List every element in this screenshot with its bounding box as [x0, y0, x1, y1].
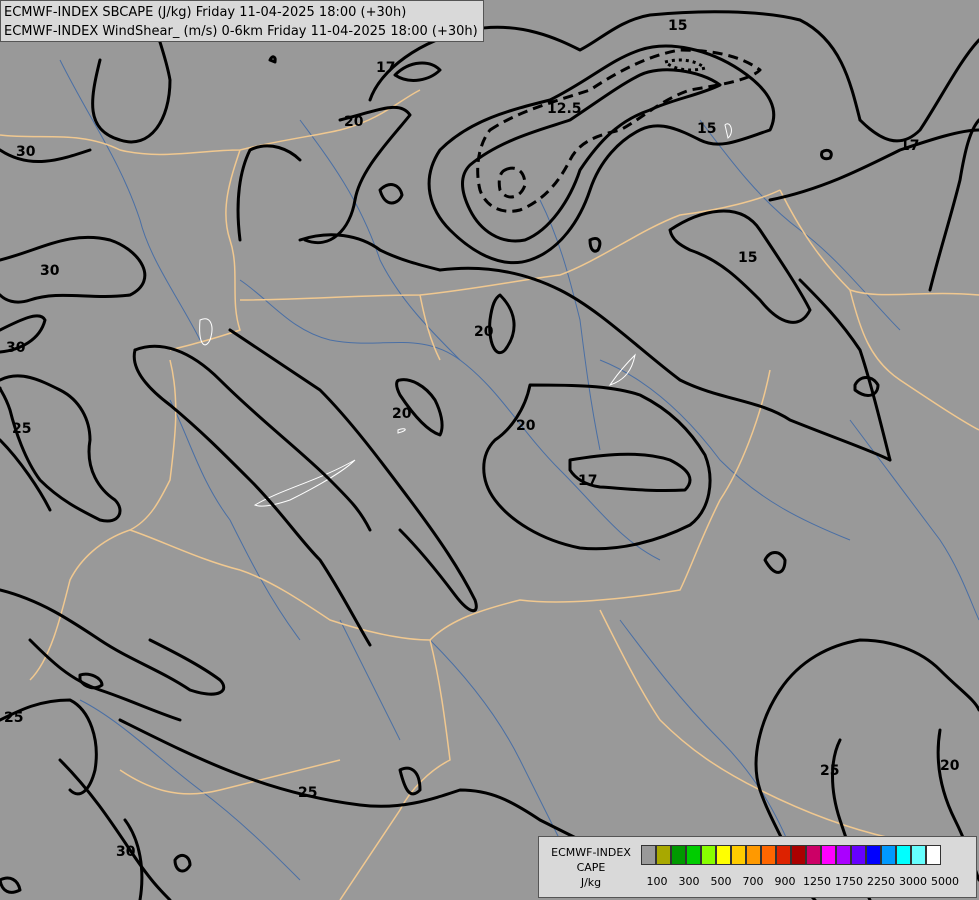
legend-swatch — [776, 845, 791, 865]
legend-tick-label: 300 — [678, 875, 700, 888]
legend-tick-label: 700 — [742, 875, 764, 888]
contour-label: 15 — [738, 250, 757, 266]
legend-swatch — [866, 845, 881, 865]
legend-tick-label: 3000 — [899, 875, 927, 888]
legend-tick-label: 900 — [774, 875, 796, 888]
legend-unit: J/kg — [580, 876, 602, 889]
legend-swatch — [656, 845, 671, 865]
legend-color-scale — [641, 845, 941, 865]
map-canvas: 15 17 20 30 12.5 15 17 30 30 25 20 15 20… — [0, 0, 979, 900]
legend-tick-labels: 100 300 500 700 900 1250 1750 2250 3000 5000 — [641, 875, 971, 889]
legend-swatch — [821, 845, 836, 865]
legend-swatch — [806, 845, 821, 865]
legend-tick-label: 500 — [710, 875, 732, 888]
legend-tick-label: 1750 — [835, 875, 863, 888]
legend-swatch — [896, 845, 911, 865]
legend-swatch — [836, 845, 851, 865]
legend-swatch — [851, 845, 866, 865]
legend-swatch — [761, 845, 776, 865]
legend-swatch — [716, 845, 731, 865]
legend-tick-label: 1250 — [803, 875, 831, 888]
legend-variable: CAPE — [576, 861, 606, 874]
legend-swatch — [686, 845, 701, 865]
legend-source: ECMWF-INDEX — [551, 846, 631, 859]
contour-label: 30 — [116, 844, 136, 860]
windshear-title: ECMWF-INDEX WindShear_ (m/s) 0-6km Frida… — [4, 24, 478, 39]
legend-title: ECMWF-INDEX CAPE J/kg — [543, 845, 639, 890]
contour-label: 15 — [697, 121, 716, 137]
contour-label: 17 — [578, 473, 597, 489]
contour-label: 25 — [4, 710, 23, 726]
contour-label: 30 — [6, 340, 26, 356]
contour-label: 20 — [940, 758, 960, 774]
legend-swatch — [731, 845, 746, 865]
contour-label: 20 — [344, 114, 364, 130]
contour-label: 25 — [820, 763, 839, 779]
contour-label: 17 — [376, 60, 395, 76]
contour-label: 15 — [668, 18, 687, 34]
legend-swatch — [671, 845, 686, 865]
legend-tick-label: 5000 — [931, 875, 959, 888]
legend-swatch — [881, 845, 896, 865]
contour-label: 20 — [474, 324, 494, 340]
contour-label: 30 — [40, 263, 60, 279]
contour-label: 17 — [900, 138, 919, 154]
contour-label: 20 — [392, 406, 412, 422]
legend-swatch — [746, 845, 761, 865]
cape-legend: ECMWF-INDEX CAPE J/kg 100 300 500 700 900 125… — [538, 836, 977, 898]
legend-swatch — [701, 845, 716, 865]
contour-label: 30 — [16, 144, 36, 160]
legend-swatch — [911, 845, 926, 865]
legend-swatch — [791, 845, 806, 865]
legend-tick-label: 2250 — [867, 875, 895, 888]
map-title-box: ECMWF-INDEX SBCAPE (J/kg) Friday 11-04-2… — [0, 0, 484, 42]
contour-label: 25 — [298, 785, 317, 801]
contour-label: 25 — [12, 421, 31, 437]
cape-title: ECMWF-INDEX SBCAPE (J/kg) Friday 11-04-2… — [4, 5, 407, 20]
contour-label: 12.5 — [547, 101, 582, 117]
legend-swatch — [641, 845, 656, 865]
legend-tick-label: 100 — [646, 875, 668, 888]
legend-swatch — [926, 845, 941, 865]
contour-label: 20 — [516, 418, 536, 434]
